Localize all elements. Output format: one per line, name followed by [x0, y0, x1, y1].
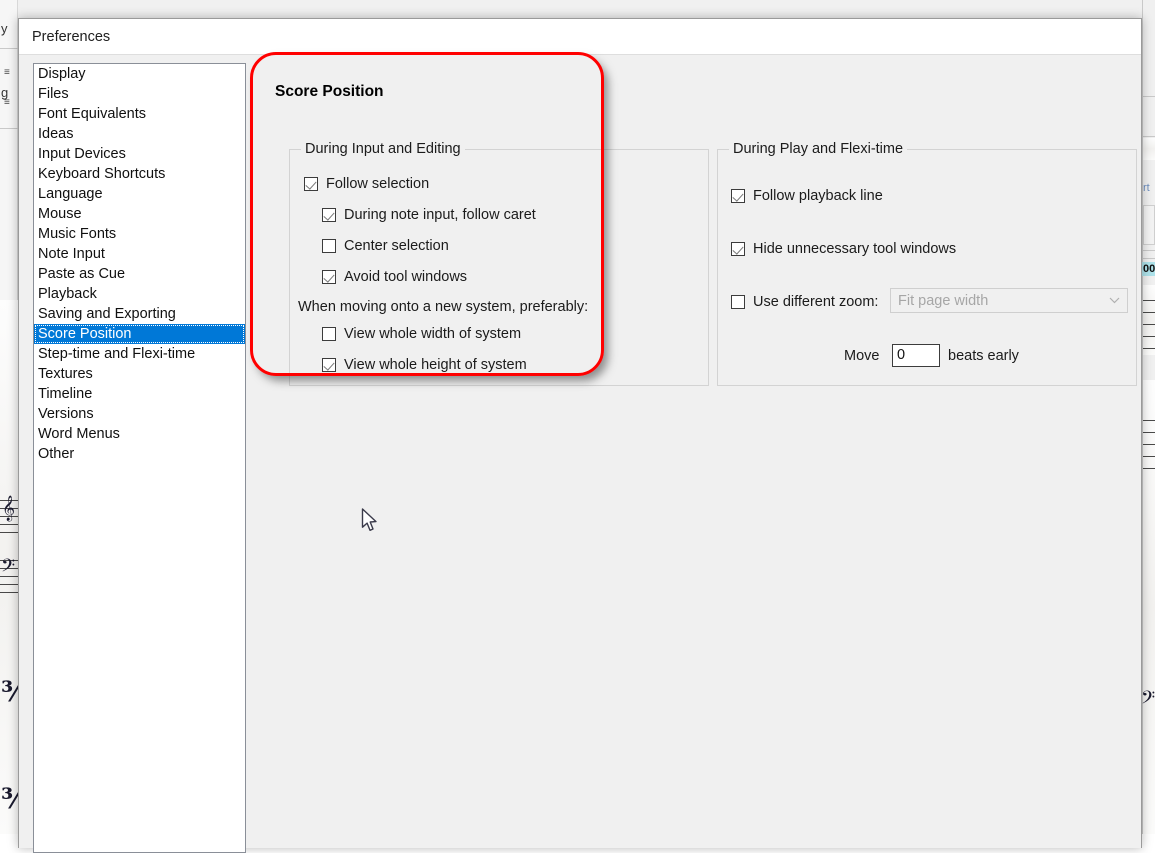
background-menu-glyph: ≡	[4, 97, 10, 108]
checkbox-center-selection-box[interactable]	[322, 239, 336, 253]
mouse-cursor-icon	[361, 508, 379, 539]
label-move-suffix: beats early	[948, 348, 1019, 364]
background-staff-line	[1143, 336, 1155, 337]
move-beats-input[interactable]: 0	[892, 344, 940, 367]
sidebar-item-note-input[interactable]: Note Input	[34, 244, 245, 264]
label-when-moving-onto-new-system: When moving onto a new system, preferabl…	[298, 299, 589, 315]
checkbox-hide-tool-windows-box[interactable]	[731, 242, 745, 256]
sidebar-item-files[interactable]: Files	[34, 84, 245, 104]
label-move-prefix: Move	[844, 348, 880, 364]
checkbox-view-whole-width[interactable]: View whole width of system	[322, 326, 521, 342]
sidebar-item-keyboard-shortcuts[interactable]: Keyboard Shortcuts	[34, 164, 245, 184]
treble-clef-icon: 𝄞	[2, 496, 16, 521]
zoom-level-combobox-value: Fit page width	[898, 292, 989, 309]
sidebar-item-textures[interactable]: Textures	[34, 364, 245, 384]
sidebar-item-step-time-and-flexi-time[interactable]: Step-time and Flexi-time	[34, 344, 245, 364]
background-staff-line	[1143, 468, 1155, 469]
background-staff-line	[1143, 444, 1155, 445]
sidebar-item-font-equivalents[interactable]: Font Equivalents	[34, 104, 245, 124]
sidebar-item-paste-as-cue[interactable]: Paste as Cue	[34, 264, 245, 284]
background-staff-line	[1143, 420, 1155, 421]
sidebar-item-versions[interactable]: Versions	[34, 404, 245, 424]
background-staff-line	[0, 592, 18, 593]
checkbox-follow-selection-label: Follow selection	[326, 176, 430, 192]
checkbox-avoid-tool-windows-label: Avoid tool windows	[344, 269, 468, 285]
sidebar-item-score-position[interactable]: Score Position	[34, 324, 245, 344]
background-staff-line	[1143, 300, 1155, 301]
checkbox-view-whole-height[interactable]: View whole height of system	[322, 357, 527, 373]
background-panel	[1143, 205, 1155, 245]
background-staff-line	[1143, 312, 1155, 313]
preferences-content-pane: Score Position During Input and Editing …	[251, 55, 1141, 848]
checkbox-follow-selection-box[interactable]	[304, 177, 318, 191]
checkbox-follow-playback-line-box[interactable]	[731, 189, 745, 203]
background-staff-line	[0, 584, 18, 585]
checkbox-center-selection-label: Center selection	[344, 238, 449, 254]
checkbox-view-whole-width-box[interactable]	[322, 327, 336, 341]
checkbox-view-whole-height-box[interactable]	[322, 358, 336, 372]
background-divider	[1142, 136, 1155, 137]
checkbox-follow-caret[interactable]: During note input, follow caret	[322, 207, 536, 223]
bass-clef-icon: 𝄢	[1, 556, 16, 581]
dialog-title: Preferences	[32, 28, 111, 45]
checkbox-use-different-zoom[interactable]: Use different zoom:	[731, 294, 878, 310]
preferences-category-list[interactable]: Display Files Font Equivalents Ideas Input D…	[33, 63, 246, 853]
zoom-level-combobox[interactable]: Fit page width	[890, 288, 1128, 313]
checkbox-follow-playback-line-label: Follow playback line	[753, 188, 883, 204]
background-divider	[0, 48, 18, 49]
bass-clef-icon: 𝄢	[1141, 688, 1155, 713]
background-divider	[1143, 250, 1155, 251]
checkbox-follow-selection[interactable]: Follow selection	[304, 176, 429, 192]
checkbox-view-whole-height-label: View whole height of system	[344, 357, 527, 373]
sidebar-item-input-devices[interactable]: Input Devices	[34, 144, 245, 164]
background-staff-line	[1143, 348, 1155, 349]
group-legend-play-flexi: During Play and Flexi-time	[729, 141, 908, 157]
background-staff-line	[1143, 432, 1155, 433]
sidebar-item-mouse[interactable]: Mouse	[34, 204, 245, 224]
background-toolbar-label: y	[1, 21, 8, 36]
checkbox-avoid-tool-windows-box[interactable]	[322, 270, 336, 284]
sidebar-item-other[interactable]: Other	[34, 444, 245, 464]
background-score-paper-right	[1143, 138, 1155, 160]
background-score-paper-right	[1143, 285, 1155, 355]
dialog-body: Display Files Font Equivalents Ideas Input D…	[19, 55, 1141, 853]
background-staff-line	[1143, 456, 1155, 457]
group-legend-input-editing: During Input and Editing	[301, 141, 465, 157]
sidebar-item-music-fonts[interactable]: Music Fonts	[34, 224, 245, 244]
checkbox-follow-caret-box[interactable]	[322, 208, 336, 222]
background-highlight-value: 00	[1141, 262, 1155, 276]
sidebar-item-saving-and-exporting[interactable]: Saving and Exporting	[34, 304, 245, 324]
checkbox-follow-playback-line[interactable]: Follow playback line	[731, 188, 883, 204]
checkbox-avoid-tool-windows[interactable]: Avoid tool windows	[322, 269, 467, 285]
background-divider	[0, 128, 18, 129]
sidebar-item-timeline[interactable]: Timeline	[34, 384, 245, 404]
group-during-play-and-flexi-time: During Play and Flexi-time Follow playba…	[717, 141, 1137, 386]
checkbox-hide-tool-windows-label: Hide unnecessary tool windows	[753, 241, 957, 257]
group-during-input-and-editing: During Input and Editing Follow selectio…	[289, 141, 709, 386]
checkbox-center-selection[interactable]: Center selection	[322, 238, 449, 254]
background-score-paper-right	[1143, 380, 1155, 834]
sidebar-item-ideas[interactable]: Ideas	[34, 124, 245, 144]
background-menu-glyph: ≡	[4, 67, 10, 78]
checkbox-follow-caret-label: During note input, follow caret	[344, 207, 536, 223]
checkbox-use-different-zoom-box[interactable]	[731, 295, 745, 309]
sidebar-item-language[interactable]: Language	[34, 184, 245, 204]
checkbox-view-whole-width-label: View whole width of system	[344, 326, 522, 342]
background-divider	[1142, 96, 1155, 97]
chevron-down-icon[interactable]	[1101, 289, 1127, 312]
dialog-titlebar: Preferences	[19, 19, 1141, 55]
sidebar-item-playback[interactable]: Playback	[34, 284, 245, 304]
background-staff-line	[0, 532, 18, 533]
background-staff-line	[0, 524, 18, 525]
preferences-dialog: Preferences Display Files Font Equivalents…	[18, 18, 1142, 853]
sidebar-item-display[interactable]: Display	[34, 64, 245, 84]
checkbox-use-different-zoom-label: Use different zoom:	[753, 294, 879, 310]
page-title: Score Position	[275, 83, 384, 100]
background-staff-line	[1143, 324, 1155, 325]
background-divider	[1143, 258, 1155, 259]
checkbox-hide-tool-windows[interactable]: Hide unnecessary tool windows	[731, 241, 956, 257]
background-clipped-label: rt	[1143, 182, 1150, 194]
sidebar-item-word-menus[interactable]: Word Menus	[34, 424, 245, 444]
